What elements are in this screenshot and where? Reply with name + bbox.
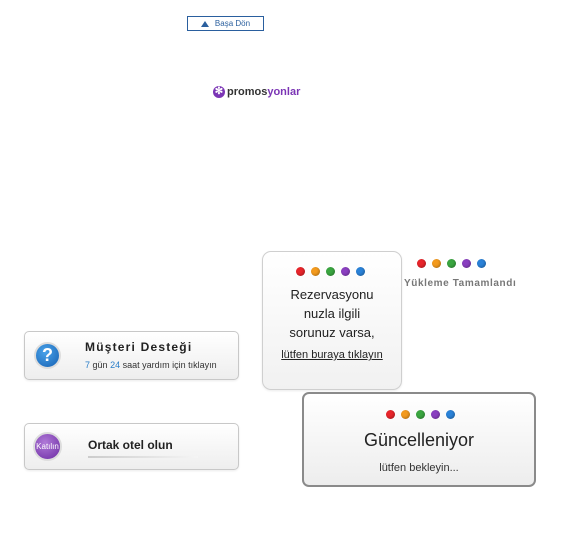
- back-to-top-label: Başa Dön: [214, 19, 251, 28]
- promosyonlar-logo[interactable]: ✻ promos yonlar: [213, 86, 300, 98]
- support-days: 7: [85, 360, 91, 370]
- partner-divider: [88, 456, 198, 458]
- green-dot-icon: [416, 410, 425, 419]
- reservation-help-link[interactable]: lütfen buraya tıklayın: [263, 349, 401, 361]
- customer-support-button[interactable]: ? Müşteri Desteği 7 gün 24 saat yardım i…: [24, 331, 239, 380]
- red-dot-icon: [296, 267, 305, 276]
- reservation-help-card: Rezervasyonu nuzla ilgili sorunuz varsa,…: [262, 251, 402, 390]
- purple-dot-icon: [462, 259, 471, 268]
- support-subtitle: 7 gün 24 saat yardım için tıklayın: [85, 360, 217, 370]
- star-icon: ✻: [213, 86, 225, 98]
- reservation-text-line: nuzla ilgili: [303, 306, 361, 321]
- green-dot-icon: [447, 259, 456, 268]
- support-rest: saat yardım için tıklayın: [122, 360, 217, 370]
- orange-dot-icon: [401, 410, 410, 419]
- reservation-text-line: sorunuz varsa,: [289, 325, 375, 340]
- logo-text-part1: promos: [227, 86, 268, 98]
- arrow-up-icon: [200, 20, 209, 27]
- updating-dialog: Güncelleniyor lütfen bekleyin...: [302, 392, 536, 487]
- become-partner-button[interactable]: Katılın Ortak otel olun: [24, 423, 239, 470]
- status-dots: [386, 410, 455, 419]
- purple-dot-icon: [341, 267, 350, 276]
- join-badge: Katılın: [33, 432, 62, 461]
- updating-title: Güncelleniyor: [363, 430, 475, 450]
- red-dot-icon: [417, 259, 426, 268]
- loading-complete-label: Yükleme Tamamlandı: [404, 278, 517, 289]
- red-dot-icon: [386, 410, 395, 419]
- updating-subtitle: lütfen bekleyin...: [379, 462, 459, 474]
- green-dot-icon: [326, 267, 335, 276]
- logo-text-part2: yonlar: [267, 86, 301, 98]
- orange-dot-icon: [432, 259, 441, 268]
- purple-dot-icon: [431, 410, 440, 419]
- status-dots: [296, 267, 365, 276]
- back-to-top-button[interactable]: Başa Dön: [187, 16, 264, 31]
- support-gun: gün: [92, 360, 108, 370]
- blue-dot-icon: [356, 267, 365, 276]
- reservation-text: Rezervasyonu nuzla ilgili sorunuz varsa,: [263, 285, 401, 342]
- blue-dot-icon: [446, 410, 455, 419]
- blue-dot-icon: [477, 259, 486, 268]
- question-icon: ?: [34, 342, 61, 369]
- support-hours: 24: [110, 360, 121, 370]
- support-title: Müşteri Desteği: [85, 340, 193, 354]
- orange-dot-icon: [311, 267, 320, 276]
- reservation-text-line: Rezervasyonu: [290, 287, 374, 302]
- partner-title: Ortak otel olun: [88, 438, 173, 452]
- loading-dots: [417, 259, 486, 268]
